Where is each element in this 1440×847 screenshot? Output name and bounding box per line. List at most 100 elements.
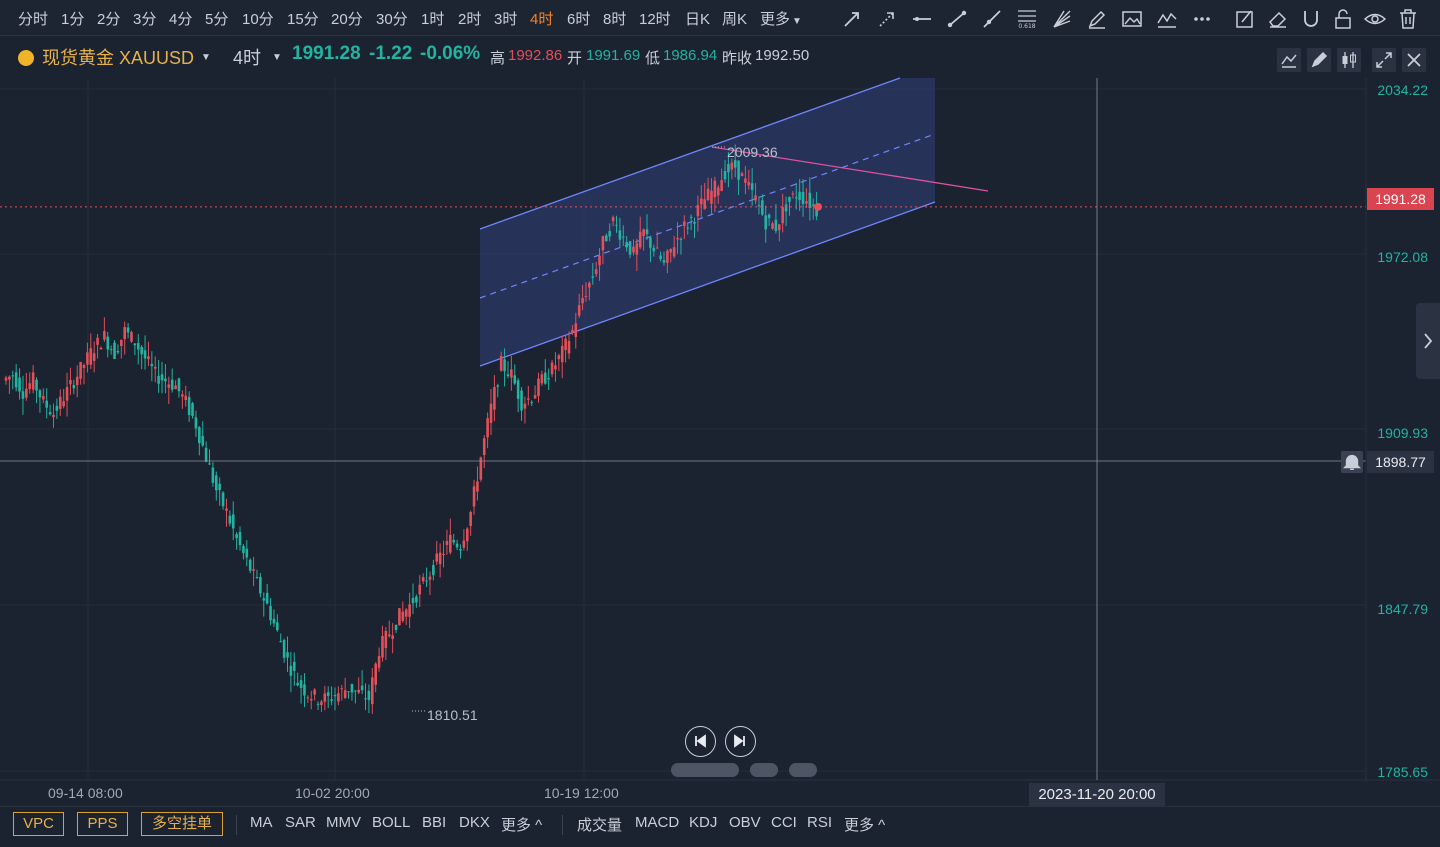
price-axis-label: 1785.65: [1377, 764, 1428, 780]
candle-body: [18, 377, 21, 392]
candle-body: [306, 697, 310, 699]
skip-forward-icon: [734, 734, 745, 748]
candle-body: [655, 247, 659, 249]
low-marker-label: 1810.51: [427, 707, 478, 723]
candle-body: [621, 236, 625, 238]
playback-prev-button[interactable]: [685, 726, 716, 757]
candle-body: [130, 332, 133, 342]
candle-body: [676, 237, 679, 240]
indicator-bbi[interactable]: BBI: [422, 814, 446, 831]
candle-body: [499, 356, 503, 371]
candle-body: [425, 580, 428, 582]
candle-body: [218, 483, 221, 491]
candle-body: [401, 611, 405, 621]
candle-body: [221, 492, 225, 507]
candle-body: [21, 391, 25, 399]
candle-body: [805, 201, 808, 204]
indicator-ma[interactable]: MA: [250, 814, 273, 831]
candle-body: [571, 329, 574, 333]
candle-body: [652, 247, 656, 252]
candle-body: [469, 511, 472, 526]
candle-body: [432, 565, 435, 576]
price-axis-label: 1847.79: [1377, 601, 1428, 617]
pps-button[interactable]: PPS: [77, 812, 128, 836]
candle-body: [208, 463, 211, 465]
candle-body: [730, 162, 734, 170]
candle-body: [686, 227, 690, 229]
indicator-rsi[interactable]: RSI: [807, 814, 832, 831]
candle-body: [754, 195, 757, 201]
candle-body: [510, 369, 513, 378]
indicator-cci[interactable]: CCI: [771, 814, 797, 831]
candle-body: [194, 417, 198, 429]
candle-body: [364, 698, 367, 700]
candle-body: [377, 656, 381, 668]
candle-body: [25, 388, 28, 398]
indicator-obv[interactable]: OBV: [729, 814, 761, 831]
alert-bell-button[interactable]: [1341, 451, 1363, 473]
candle-body: [486, 418, 489, 438]
candle-body: [4, 377, 8, 381]
candle-body: [228, 515, 232, 524]
candle-body: [411, 598, 415, 604]
candle-body: [225, 508, 228, 511]
candle-body: [350, 684, 354, 693]
candle-body: [354, 690, 357, 692]
candle-body: [167, 384, 171, 388]
candle-body: [394, 624, 398, 630]
candle-body: [767, 214, 771, 219]
candle-body: [778, 224, 781, 231]
candle-body: [493, 387, 496, 410]
sub-indicator-more[interactable]: 更多 ^: [844, 814, 885, 835]
candle-body: [581, 298, 584, 304]
candle-body: [713, 180, 717, 198]
candle-body: [503, 359, 506, 372]
candle-body: [669, 248, 673, 253]
playback-next-button[interactable]: [725, 726, 756, 757]
indicator-sar[interactable]: SAR: [285, 814, 316, 831]
candle-body: [96, 337, 99, 345]
candle-body: [703, 199, 706, 210]
indicator-dkx[interactable]: DKX: [459, 814, 490, 831]
candle-body: [292, 661, 296, 671]
candle-body: [384, 630, 388, 649]
candle-body: [506, 374, 510, 377]
crosshair-time-tag: 2023-11-20 20:00: [1029, 783, 1165, 807]
indicator-macd[interactable]: MACD: [635, 814, 679, 831]
candle-body: [540, 374, 544, 384]
vpc-button[interactable]: VPC: [13, 812, 64, 836]
candle-body: [235, 534, 238, 539]
candle-body: [442, 553, 445, 556]
current-price-tag: 1991.28: [1367, 188, 1434, 210]
candle-body: [649, 237, 652, 248]
candle-body: [38, 390, 42, 398]
candle-body: [191, 403, 194, 416]
candle-body: [174, 385, 177, 390]
candle-body: [523, 403, 527, 409]
main-indicator-more[interactable]: 更多 ^: [501, 814, 542, 835]
candle-body: [374, 663, 377, 685]
panel-expand-tab[interactable]: [1416, 303, 1440, 379]
candle-body: [82, 364, 86, 369]
candlestick-chart[interactable]: 2009.36 1810.51: [0, 0, 1440, 847]
candle-body: [92, 353, 96, 361]
candle-body: [170, 379, 174, 390]
candle-body: [560, 345, 564, 363]
candle-body: [459, 549, 462, 551]
candle-body: [52, 414, 55, 418]
candle-body: [14, 372, 18, 388]
candle-body: [242, 545, 245, 554]
indicator-boll[interactable]: BOLL: [372, 814, 410, 831]
indicator-volume[interactable]: 成交量: [577, 814, 622, 835]
indicator-mmv[interactable]: MMV: [326, 814, 361, 831]
candle-body: [757, 205, 761, 207]
candle-body: [455, 543, 459, 548]
candle-body: [320, 701, 323, 706]
candle-body: [357, 689, 361, 693]
candle-body: [462, 540, 466, 548]
candle-body: [45, 400, 48, 408]
long-short-orders-button[interactable]: 多空挂单: [141, 812, 223, 836]
bar-divider: [562, 815, 563, 835]
candle-body: [438, 552, 442, 565]
indicator-kdj[interactable]: KDJ: [689, 814, 717, 831]
